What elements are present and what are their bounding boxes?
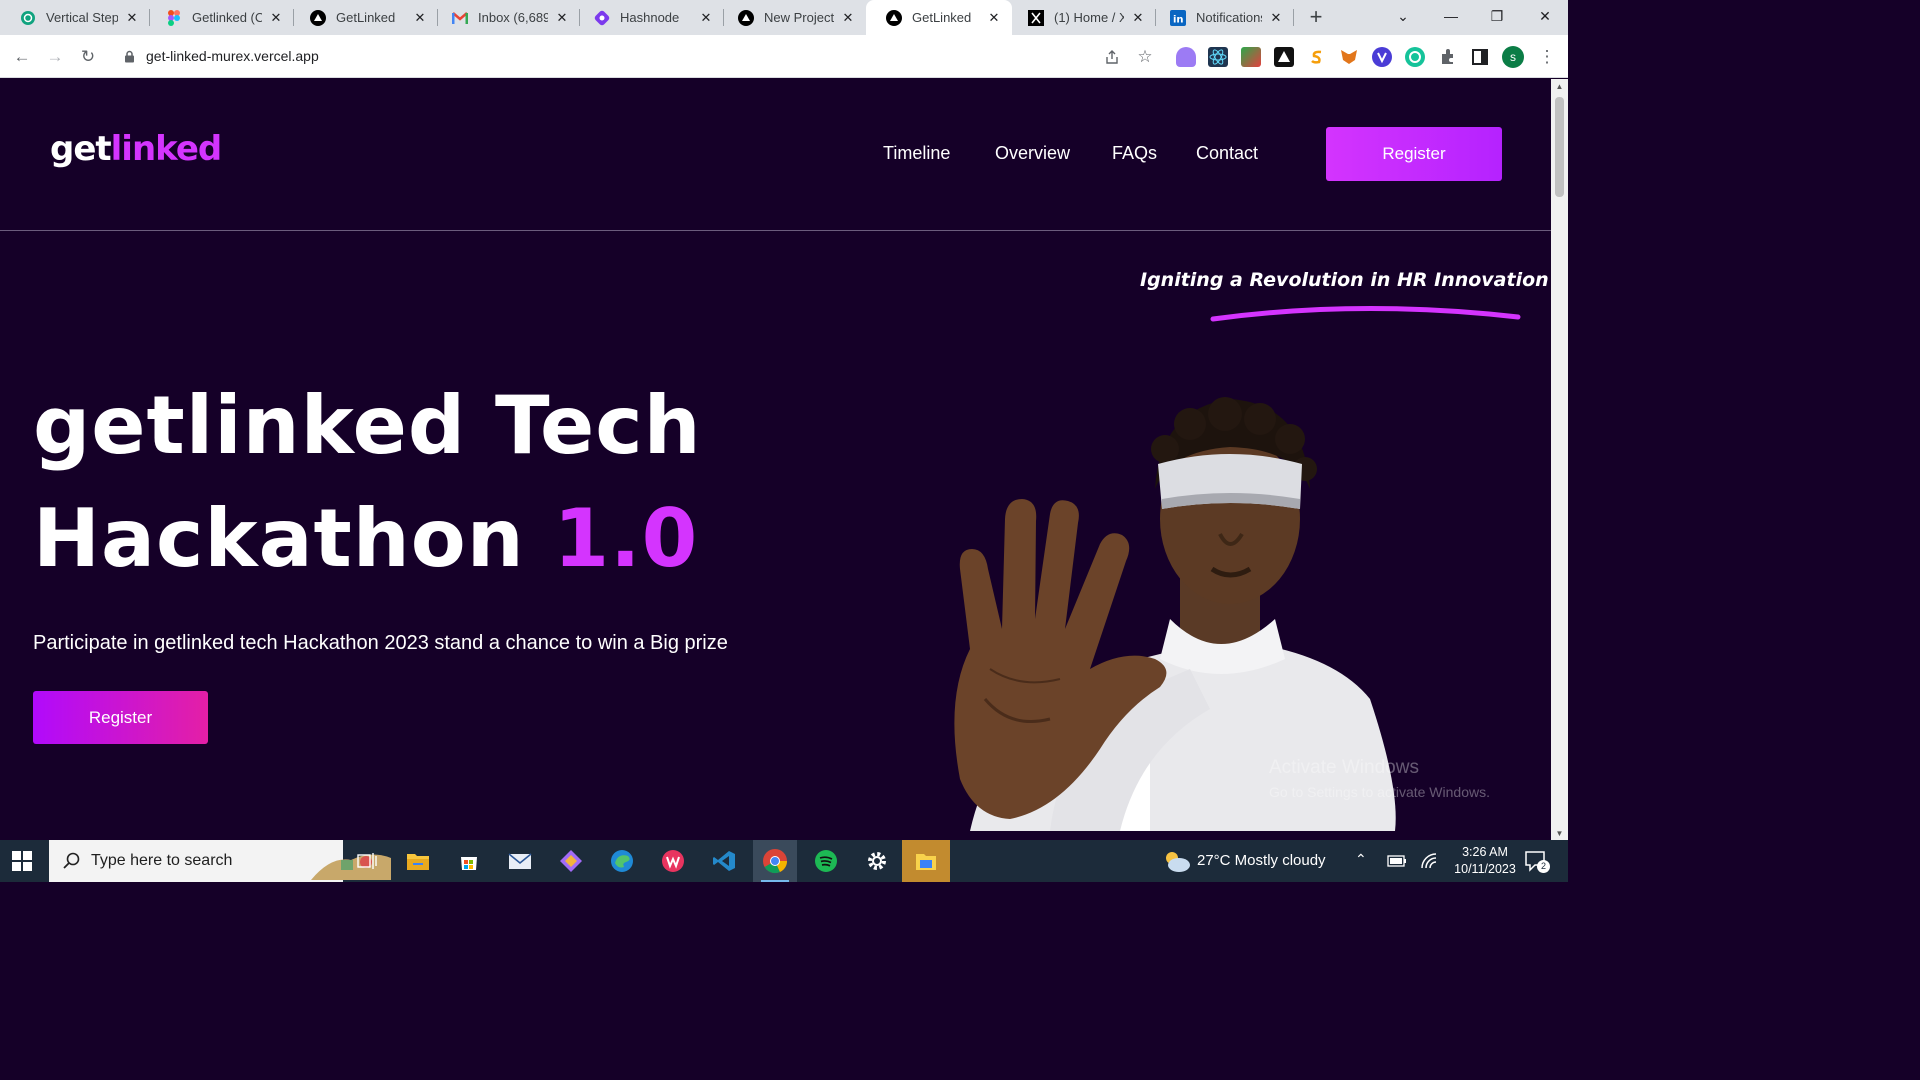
microsoft-store-icon[interactable] (447, 840, 491, 882)
minimize-button[interactable]: — (1428, 0, 1474, 33)
hashnode-icon (594, 10, 610, 26)
close-window-button[interactable]: ✕ (1522, 0, 1568, 33)
more-menu-icon[interactable]: ⋮ (1535, 45, 1559, 69)
scroll-down-arrow-icon[interactable]: ▼ (1555, 829, 1564, 838)
taskbar-search-box[interactable]: Type here to search (49, 840, 391, 882)
tab-getlinked[interactable]: GetLinked ✕ (290, 0, 438, 35)
tab-search-chevron-icon[interactable]: ⌄ (1380, 0, 1426, 33)
wps-office-icon[interactable] (651, 840, 695, 882)
metamask-fox-icon[interactable] (1339, 47, 1359, 67)
wifi-icon[interactable] (1420, 852, 1440, 870)
share-icon[interactable] (1100, 45, 1124, 69)
profile-avatar[interactable]: s (1502, 46, 1524, 68)
webpage: getlinked Timeline Overview FAQs Contact… (0, 79, 1551, 840)
close-tab-icon[interactable]: ✕ (840, 10, 856, 26)
spotify-icon[interactable] (804, 840, 848, 882)
side-panel-icon[interactable] (1470, 47, 1490, 67)
vercel-icon (738, 9, 754, 26)
openai-icon (20, 10, 36, 26)
mail-icon[interactable] (498, 840, 542, 882)
close-tab-icon[interactable]: ✕ (1130, 10, 1146, 26)
page-scrollbar[interactable]: ▲ ▼ (1551, 79, 1568, 840)
nav-faqs[interactable]: FAQs (1112, 143, 1157, 164)
react-devtools-icon[interactable] (1208, 47, 1228, 67)
restore-button[interactable]: ❐ (1474, 0, 1520, 33)
black-triangle-extension-icon[interactable] (1274, 47, 1294, 67)
browser-tab-strip: Vertical Stepp ✕ Getlinked (Co ✕ GetLink… (0, 0, 1568, 35)
nav-overview[interactable]: Overview (995, 143, 1070, 164)
vercel-icon (886, 9, 902, 26)
url-text: get-linked-murex.vercel.app (146, 48, 319, 64)
gmail-icon (452, 10, 468, 26)
nav-timeline[interactable]: Timeline (883, 143, 950, 164)
scroll-up-arrow-icon[interactable]: ▲ (1555, 82, 1564, 91)
tab-gmail-inbox[interactable]: Inbox (6,689) ✕ (432, 0, 580, 35)
close-tab-icon[interactable]: ✕ (268, 10, 284, 26)
new-tab-button[interactable]: + (1304, 4, 1328, 30)
tab-getlinked-figma[interactable]: Getlinked (Co ✕ (146, 0, 294, 35)
figma-icon (166, 9, 182, 26)
reload-icon[interactable]: ↻ (76, 45, 100, 69)
chrome-icon[interactable] (753, 840, 797, 882)
file-manager-icon[interactable] (902, 840, 950, 882)
bookmark-star-icon[interactable]: ☆ (1133, 45, 1157, 69)
address-toolbar: ← → ↻ get-linked-murex.vercel.app ☆ s ⋮ (0, 35, 1568, 78)
extensions-puzzle-icon[interactable] (1438, 47, 1458, 67)
headline-line-2: Hackathon 1.0 (33, 492, 699, 585)
tagline-underline (1210, 306, 1521, 322)
address-bar[interactable]: get-linked-murex.vercel.app (110, 41, 1165, 71)
notification-count-badge: 2 (1537, 860, 1550, 873)
close-tab-icon[interactable]: ✕ (986, 10, 1002, 26)
forward-arrow-icon[interactable]: → (43, 45, 67, 69)
show-hidden-icons-chevron-icon[interactable]: ⌃ (1355, 851, 1367, 868)
close-tab-icon[interactable]: ✕ (698, 10, 714, 26)
tab-vertical-stepper[interactable]: Vertical Stepp ✕ (0, 0, 150, 35)
close-tab-icon[interactable]: ✕ (124, 10, 140, 26)
tab-linkedin-notifications[interactable]: in Notifications ✕ (1150, 0, 1294, 35)
git-client-icon[interactable] (549, 840, 593, 882)
settings-gear-icon[interactable] (855, 840, 899, 882)
windows-taskbar: Type here to search 27°C Mostly cloudy ⌃… (0, 840, 1568, 882)
tab-getlinked-active[interactable]: GetLinked ✕ (866, 0, 1012, 35)
hero-subtitle: Participate in getlinked tech Hackathon … (33, 632, 728, 654)
vscode-icon[interactable] (702, 840, 746, 882)
tab-hashnode[interactable]: Hashnode ✕ (574, 0, 724, 35)
search-icon (63, 852, 80, 869)
scrollbar-thumb[interactable] (1555, 97, 1564, 197)
v-extension-icon[interactable] (1372, 47, 1392, 67)
vercel-icon (310, 9, 326, 26)
grammarly-icon[interactable] (1405, 47, 1425, 67)
header-divider (0, 230, 1551, 231)
tagline: Igniting a Revolution in HR Innovation (1140, 269, 1549, 291)
edge-icon[interactable] (600, 840, 644, 882)
close-tab-icon[interactable]: ✕ (554, 10, 570, 26)
s-extension-icon[interactable] (1307, 47, 1327, 67)
weather-text[interactable]: 27°C Mostly cloudy (1197, 852, 1326, 869)
battery-icon[interactable] (1387, 853, 1407, 869)
system-clock[interactable]: 3:26 AM 10/11/2023 (1440, 844, 1530, 878)
linkedin-icon: in (1170, 9, 1186, 26)
x-icon (1028, 9, 1044, 26)
windows-start-icon[interactable] (12, 851, 32, 871)
file-explorer-icon[interactable] (396, 840, 440, 882)
colorful-extension-icon[interactable] (1241, 47, 1261, 67)
register-button-hero[interactable]: Register (33, 691, 208, 744)
activate-windows-title: Activate Windows (1269, 757, 1419, 778)
getlinked-logo[interactable]: getlinked (50, 129, 222, 169)
nav-contact[interactable]: Contact (1196, 143, 1258, 164)
back-arrow-icon[interactable]: ← (10, 45, 34, 69)
close-tab-icon[interactable]: ✕ (1268, 10, 1284, 26)
tab-new-project[interactable]: New Project - ✕ (718, 0, 866, 35)
task-view-icon[interactable] (345, 840, 389, 882)
tab-x-home[interactable]: (1) Home / X ✕ (1008, 0, 1156, 35)
extension-purple-icon[interactable] (1176, 47, 1196, 67)
svg-text:in: in (1173, 14, 1184, 25)
close-tab-icon[interactable]: ✕ (412, 10, 428, 26)
headline-line-1: getlinked Tech (33, 379, 702, 472)
activate-windows-subtitle: Go to Settings to activate Windows. (1269, 784, 1490, 800)
headline-version: 1.0 (553, 492, 699, 585)
register-button-header[interactable]: Register (1326, 127, 1502, 181)
lock-icon (124, 49, 138, 63)
weather-cloud-icon[interactable] (1162, 848, 1192, 874)
